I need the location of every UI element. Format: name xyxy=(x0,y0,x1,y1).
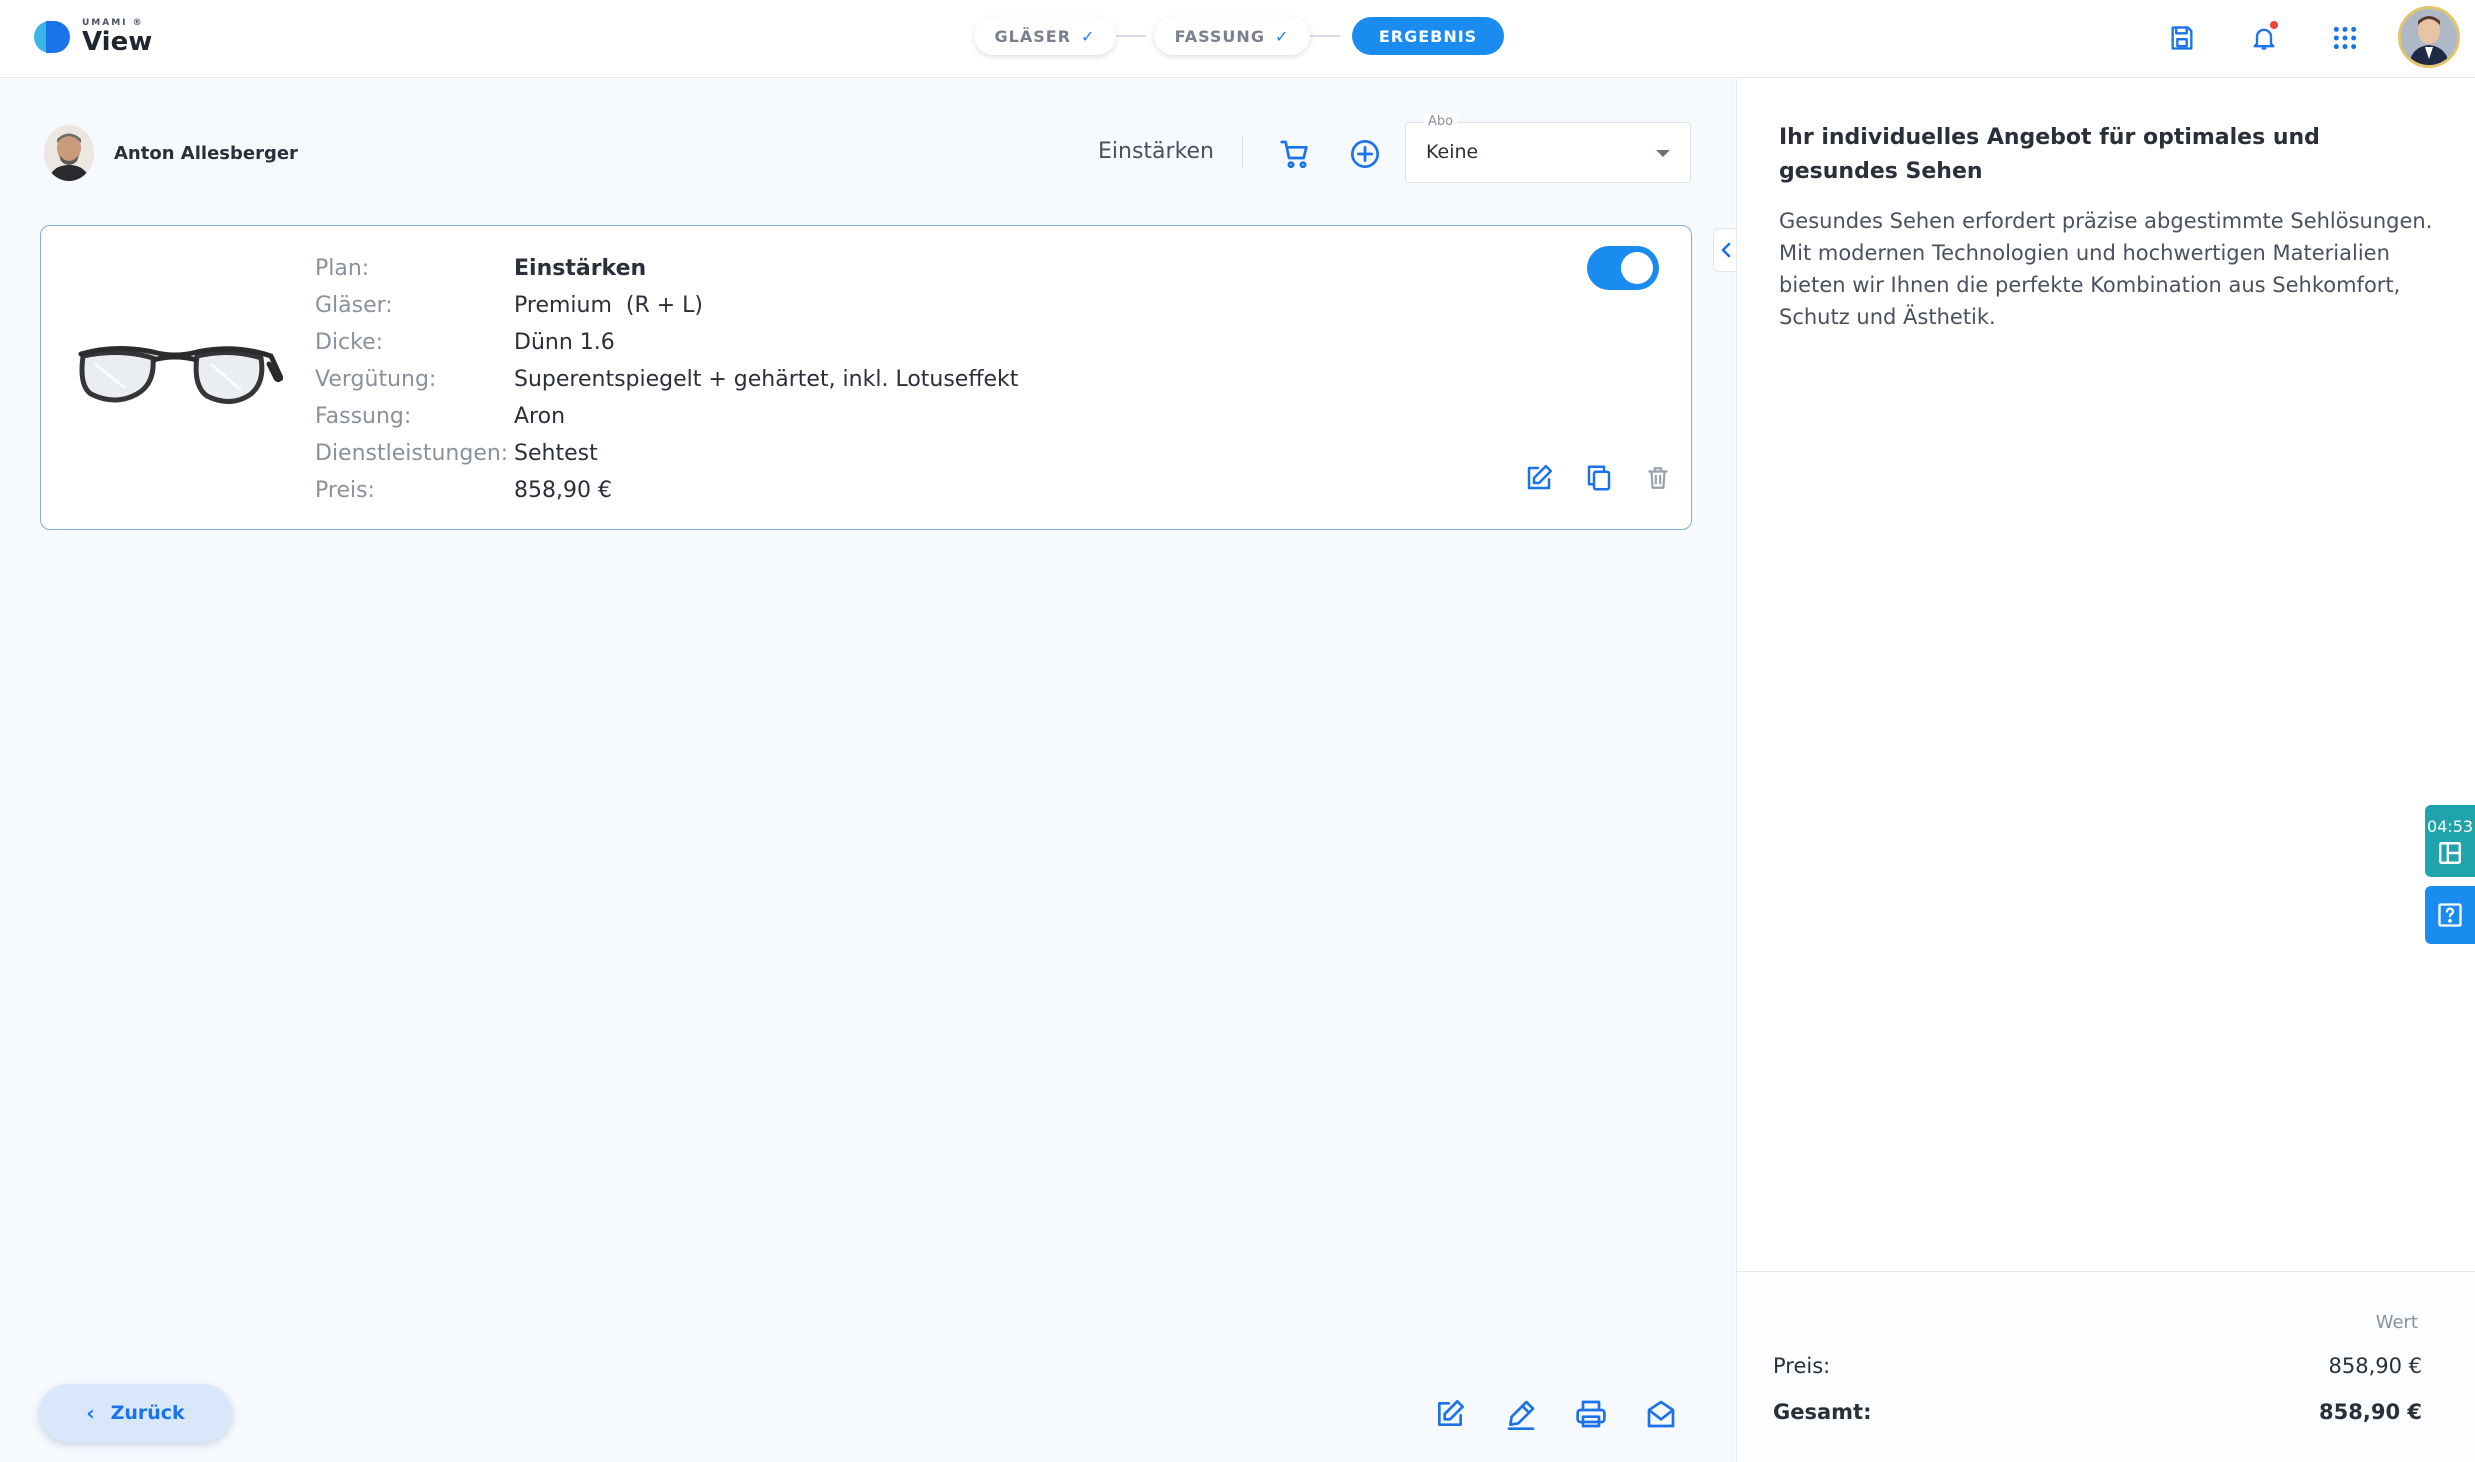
spec-key: Vergütung: xyxy=(315,367,437,392)
trash-icon xyxy=(1648,467,1668,489)
apps-button[interactable] xyxy=(2325,18,2365,58)
spec-key: Dicke: xyxy=(315,330,384,355)
spec-key: Preis: xyxy=(315,478,375,503)
spec-value: Sehtest xyxy=(514,441,598,466)
back-button-label: Zurück xyxy=(110,1402,185,1424)
save-icon xyxy=(2171,26,2193,50)
summary-price-label: Preis: xyxy=(1773,1354,1831,1378)
abo-select[interactable]: Abo Keine xyxy=(1405,114,1691,183)
signature-pen-icon xyxy=(1507,1400,1535,1430)
offer-card: Plan: Einstärken Gläser: Premium (R + L)… xyxy=(40,225,1692,530)
check-icon: ✓ xyxy=(1274,26,1290,46)
step-label: ERGEBNIS xyxy=(1378,26,1478,46)
logo-mark-icon xyxy=(34,19,70,55)
plus-circle-icon xyxy=(1351,140,1379,168)
summary-total-value: 858,90 € xyxy=(2319,1400,2422,1424)
panel-description: Gesundes Sehen erfordert präzise abgesti… xyxy=(1779,209,2433,329)
copy-icon xyxy=(1587,465,1611,491)
toggle-knob xyxy=(1621,252,1653,284)
email-button[interactable] xyxy=(1639,1392,1683,1436)
notification-dot xyxy=(2270,21,2278,29)
spec-value: Superentspiegelt + gehärtet, inkl. Lotus… xyxy=(514,367,1019,392)
layout-icon xyxy=(2439,841,2461,864)
duplicate-offer-button[interactable] xyxy=(1579,458,1619,498)
spec-row-dicke: Dicke: Dünn 1.6 xyxy=(315,324,1018,361)
mail-open-icon xyxy=(1647,1400,1675,1428)
spec-row-preis: Preis: 858,90 € xyxy=(315,472,1018,509)
apps-grid-icon xyxy=(2333,26,2357,50)
add-offer-button[interactable] xyxy=(1344,134,1386,174)
offer-info-panel: Ihr individuelles Angebot für optimales … xyxy=(1736,79,2475,1462)
customer-photo-icon xyxy=(44,125,94,181)
help-icon xyxy=(2438,903,2462,927)
app-header: UMAMI ® View GLÄSER ✓ FASSUNG ✓ ERGEBNIS xyxy=(0,0,2475,78)
app-logo[interactable]: UMAMI ® View xyxy=(34,18,152,56)
step-glaeser[interactable]: GLÄSER ✓ xyxy=(974,17,1116,55)
caret-down-icon xyxy=(1656,150,1670,157)
spec-key: Gläser: xyxy=(315,293,393,318)
abo-select-value: Keine xyxy=(1426,141,1479,163)
edit-icon xyxy=(1527,464,1553,490)
spec-value: Dünn 1.6 xyxy=(514,330,615,355)
help-tab[interactable] xyxy=(2425,886,2475,944)
step-label: FASSUNG xyxy=(1174,26,1265,46)
panel-title: Ihr individuelles Angebot für optimales … xyxy=(1779,125,2320,184)
step-label: GLÄSER xyxy=(994,26,1072,46)
toolbar-divider xyxy=(1242,136,1243,170)
delete-offer-button[interactable] xyxy=(1638,458,1678,498)
logo-big-text: View xyxy=(82,27,153,57)
spec-row-verguetung: Vergütung: Superentspiegelt + gehärtet, … xyxy=(315,361,1018,398)
spec-row-dienstleistungen: Dienstleistungen: Sehtest xyxy=(315,435,1018,472)
step-fassung[interactable]: FASSUNG ✓ xyxy=(1154,17,1310,55)
spec-key: Dienstleistungen: xyxy=(315,441,509,466)
spec-key: Plan: xyxy=(315,256,370,281)
price-summary: Wert Preis: 858,90 € Gesamt: 858,90 € xyxy=(1737,1271,2475,1462)
save-button[interactable] xyxy=(2162,18,2202,58)
offer-enabled-toggle[interactable] xyxy=(1587,246,1659,290)
offer-spec-list: Plan: Einstärken Gläser: Premium (R + L)… xyxy=(315,250,1018,509)
sign-button[interactable] xyxy=(1499,1392,1543,1436)
spec-value: 858,90 € xyxy=(514,478,612,503)
spec-value: Einstärken xyxy=(514,256,647,281)
session-timer: 04:53 xyxy=(2426,816,2474,836)
session-timer-tab[interactable]: 04:53 xyxy=(2425,805,2475,877)
customer-avatar xyxy=(44,125,94,181)
summary-total-label: Gesamt: xyxy=(1773,1400,1872,1424)
abo-select-label: Abo xyxy=(1424,114,1458,129)
summary-row-price: Preis: 858,90 € xyxy=(1773,1354,2422,1378)
main-content: Anton Allesberger Einstärken Abo Keine P… xyxy=(0,79,1757,1462)
progress-stepper: GLÄSER ✓ FASSUNG ✓ ERGEBNIS xyxy=(974,17,1504,55)
printer-icon xyxy=(1576,1400,1606,1428)
cart-icon xyxy=(1280,140,1308,169)
cart-button[interactable] xyxy=(1274,134,1316,174)
edit-offer-button[interactable] xyxy=(1519,458,1559,498)
summary-row-total: Gesamt: 858,90 € xyxy=(1773,1400,2422,1424)
customer-info: Anton Allesberger xyxy=(44,125,298,181)
spec-value: Aron xyxy=(514,404,566,429)
user-photo-icon xyxy=(2401,9,2457,65)
summary-price-value: 858,90 € xyxy=(2328,1354,2422,1378)
customer-name: Anton Allesberger xyxy=(114,142,298,164)
user-avatar[interactable] xyxy=(2398,6,2460,68)
check-icon: ✓ xyxy=(1081,26,1096,46)
back-button[interactable]: ‹ Zurück xyxy=(39,1384,232,1442)
spec-key: Fassung: xyxy=(315,404,412,429)
spec-row-glaeser: Gläser: Premium (R + L) xyxy=(315,287,1018,324)
spec-row-plan: Plan: Einstärken xyxy=(315,250,1018,287)
glasses-image xyxy=(78,345,283,404)
edit-document-button[interactable] xyxy=(1428,1392,1472,1436)
print-button[interactable] xyxy=(1569,1392,1613,1436)
spec-row-fassung: Fassung: Aron xyxy=(315,398,1018,435)
notifications-button[interactable] xyxy=(2244,18,2284,58)
logo-text: UMAMI ® View xyxy=(82,18,152,56)
summary-column-header: Wert xyxy=(2375,1312,2418,1333)
step-ergebnis[interactable]: ERGEBNIS xyxy=(1352,17,1504,55)
edit-icon xyxy=(1438,1400,1464,1426)
plan-filter-label[interactable]: Einstärken xyxy=(1098,139,1214,164)
chevron-left-icon: ‹ xyxy=(86,1401,95,1425)
spec-value: Premium (R + L) xyxy=(514,293,704,318)
